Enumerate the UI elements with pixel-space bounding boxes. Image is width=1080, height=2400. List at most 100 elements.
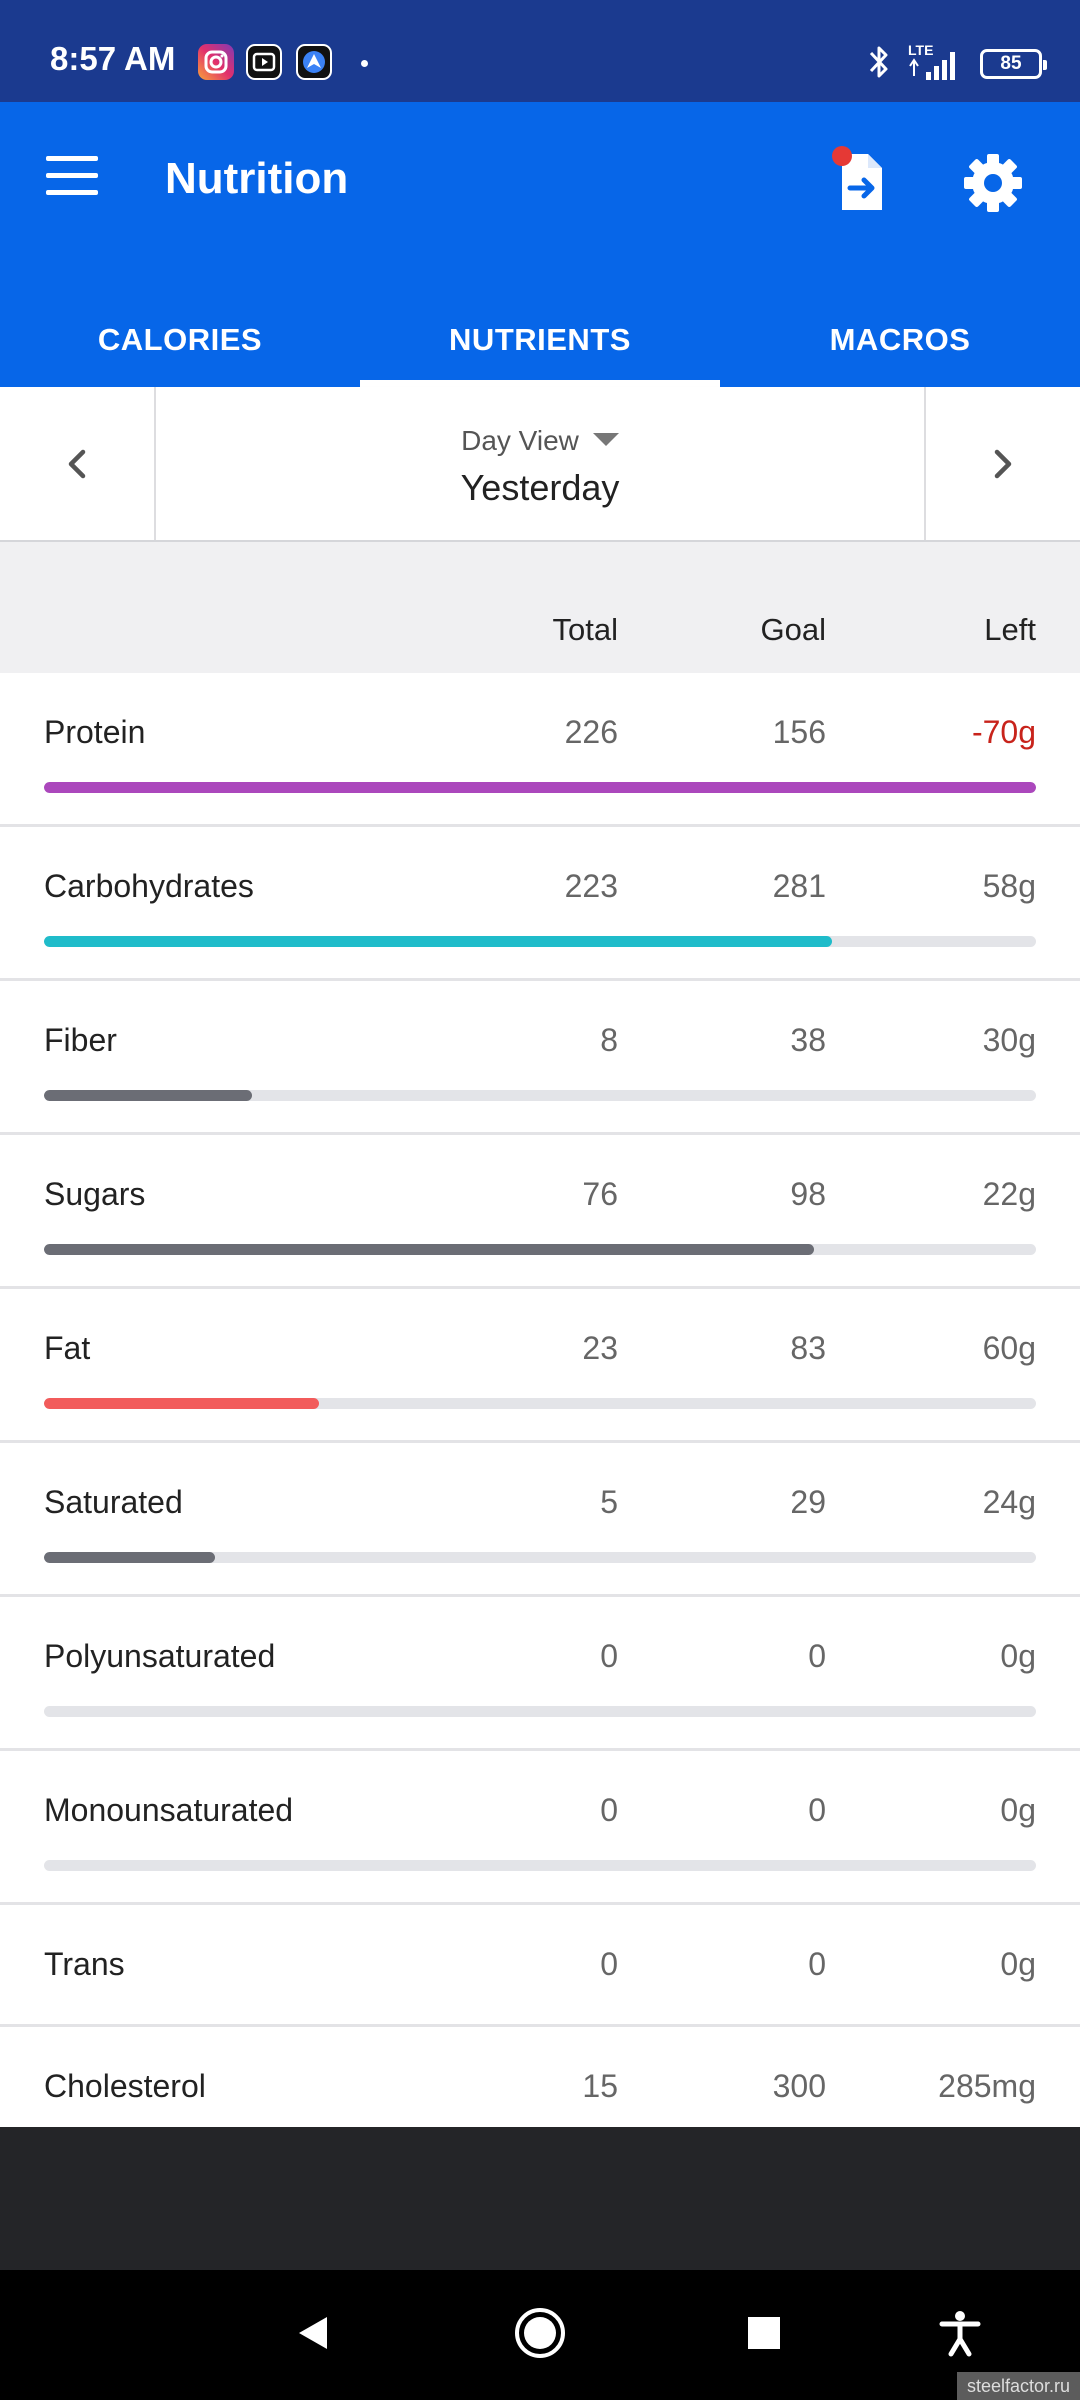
caret-down-icon [592,433,619,447]
progress-fill [44,1398,319,1409]
nutrient-row-monounsaturated[interactable]: Monounsaturated 0 0 0g [0,1751,1080,1905]
nutrient-left: 0g [1000,1946,1036,1982]
accessibility-icon[interactable] [925,2298,995,2368]
gear-icon[interactable] [958,148,1028,218]
recents-icon[interactable] [729,2298,799,2368]
nutrient-left: 58g [982,868,1036,904]
nutrient-total: 5 [600,1484,618,1520]
tab-calories[interactable]: CALORIES [0,292,360,387]
nutrient-left: 285mg [938,2068,1036,2104]
nutrient-name: Fat [44,1330,91,1366]
nutrient-left: 24g [982,1484,1036,1520]
nutrient-goal: 83 [790,1330,826,1366]
header-total: Total [552,612,618,647]
nutrient-name: Saturated [44,1484,183,1520]
nutrient-left: 22g [982,1176,1036,1212]
view-mode-label: Day View [461,425,579,456]
nutrient-name: Trans [44,1946,125,1982]
progress-bar [44,1244,1036,1255]
progress-bar [44,1398,1036,1409]
nutrient-left: -70g [971,714,1036,750]
back-icon[interactable] [278,2298,348,2368]
nutrient-name: Cholesterol [44,2068,206,2104]
app-bar: Nutrition CALORIES NUTRIENTS MACROS [0,102,1080,387]
nutrient-goal: 156 [772,714,826,750]
nutrient-total: 15 [582,2068,618,2104]
tab-nutrients[interactable]: NUTRIENTS [360,292,720,387]
nutrient-row-cholesterol[interactable]: Cholesterol 15 300 285mg [0,2027,1080,2130]
nutrient-total: 0 [600,1792,618,1828]
nutrient-row-carbohydrates[interactable]: Carbohydrates 223 281 58g [0,827,1080,981]
previous-day-button[interactable] [0,387,156,540]
nutrient-total: 223 [564,868,618,904]
nutrient-row-sugars[interactable]: Sugars 76 98 22g [0,1135,1080,1289]
header-goal: Goal [760,612,826,647]
nutrient-left: 0g [1000,1638,1036,1674]
signal-icon: LTE [908,42,964,84]
status-bar: 8:57 AM LTE 85 [0,0,1080,102]
table-header: Total Goal Left [0,542,1080,673]
battery-icon: 85 [980,49,1047,79]
progress-fill [44,1552,215,1563]
navigation-app-icon [296,44,332,80]
date-navigator: Day View Yesterday [0,387,1080,542]
status-indicators: LTE 85 [866,42,1047,84]
tab-bar: CALORIES NUTRIENTS MACROS [0,292,1080,387]
chevron-left-icon [68,449,86,478]
progress-fill [44,782,1036,793]
nutrient-row-fiber[interactable]: Fiber 8 38 30g [0,981,1080,1135]
page-title: Nutrition [165,154,349,203]
nutrient-total: 23 [582,1330,618,1366]
nutrient-total: 0 [600,1946,618,1982]
status-time: 8:57 AM [50,40,176,77]
nutrient-name: Polyunsaturated [44,1638,276,1674]
progress-fill [44,936,832,947]
battery-level: 85 [1000,53,1022,74]
nutrient-row-fat[interactable]: Fat 23 83 60g [0,1289,1080,1443]
progress-bar [44,1860,1036,1871]
nutrient-goal: 0 [808,1638,826,1674]
notification-dot [361,60,368,67]
nutrient-goal: 281 [772,868,826,904]
nutrient-row-saturated[interactable]: Saturated 5 29 24g [0,1443,1080,1597]
selected-date: Yesterday [460,467,620,508]
progress-bar [44,1552,1036,1563]
nutrient-left: 60g [982,1330,1036,1366]
chevron-right-icon [994,449,1012,478]
progress-fill [44,1244,814,1255]
nutrient-name: Fiber [44,1022,117,1058]
home-icon[interactable] [505,2298,575,2368]
nutrient-total: 8 [600,1022,618,1058]
nutrient-list: Protein 226 156 -70g Carbohydrates 223 2… [0,673,1080,2130]
nutrient-goal: 0 [808,1792,826,1828]
progress-bar [44,936,1036,947]
nutrient-row-protein[interactable]: Protein 226 156 -70g [0,673,1080,827]
tab-macros[interactable]: MACROS [720,292,1080,387]
nutrient-name: Carbohydrates [44,868,254,904]
nutrient-total: 0 [600,1638,618,1674]
next-day-button[interactable] [924,387,1080,540]
video-player-icon [246,44,282,80]
nutrient-goal: 0 [808,1946,826,1982]
nutrient-name: Protein [44,714,146,750]
export-file-icon[interactable] [828,146,894,218]
nutrient-row-trans[interactable]: Trans 0 0 0g [0,1905,1080,2027]
header-left: Left [984,612,1036,647]
progress-bar [44,1706,1036,1717]
nutrient-row-polyunsaturated[interactable]: Polyunsaturated 0 0 0g [0,1597,1080,1751]
menu-icon[interactable] [46,156,106,206]
progress-fill [44,1090,253,1101]
progress-bar [44,782,1036,793]
view-mode-dropdown[interactable]: Day View [156,425,924,457]
progress-bar [44,1090,1036,1101]
nutrient-goal: 300 [772,2068,826,2104]
watermark: steelfactor.ru [956,2372,1080,2400]
view-selector[interactable]: Day View Yesterday [156,387,924,540]
nutrient-total: 76 [582,1176,618,1212]
nutrient-total: 226 [564,714,618,750]
nutrient-name: Sugars [44,1176,146,1212]
nutrient-goal: 38 [790,1022,826,1058]
instagram-icon [198,44,234,80]
nutrient-name: Monounsaturated [44,1792,294,1828]
nutrient-left: 30g [982,1022,1036,1058]
